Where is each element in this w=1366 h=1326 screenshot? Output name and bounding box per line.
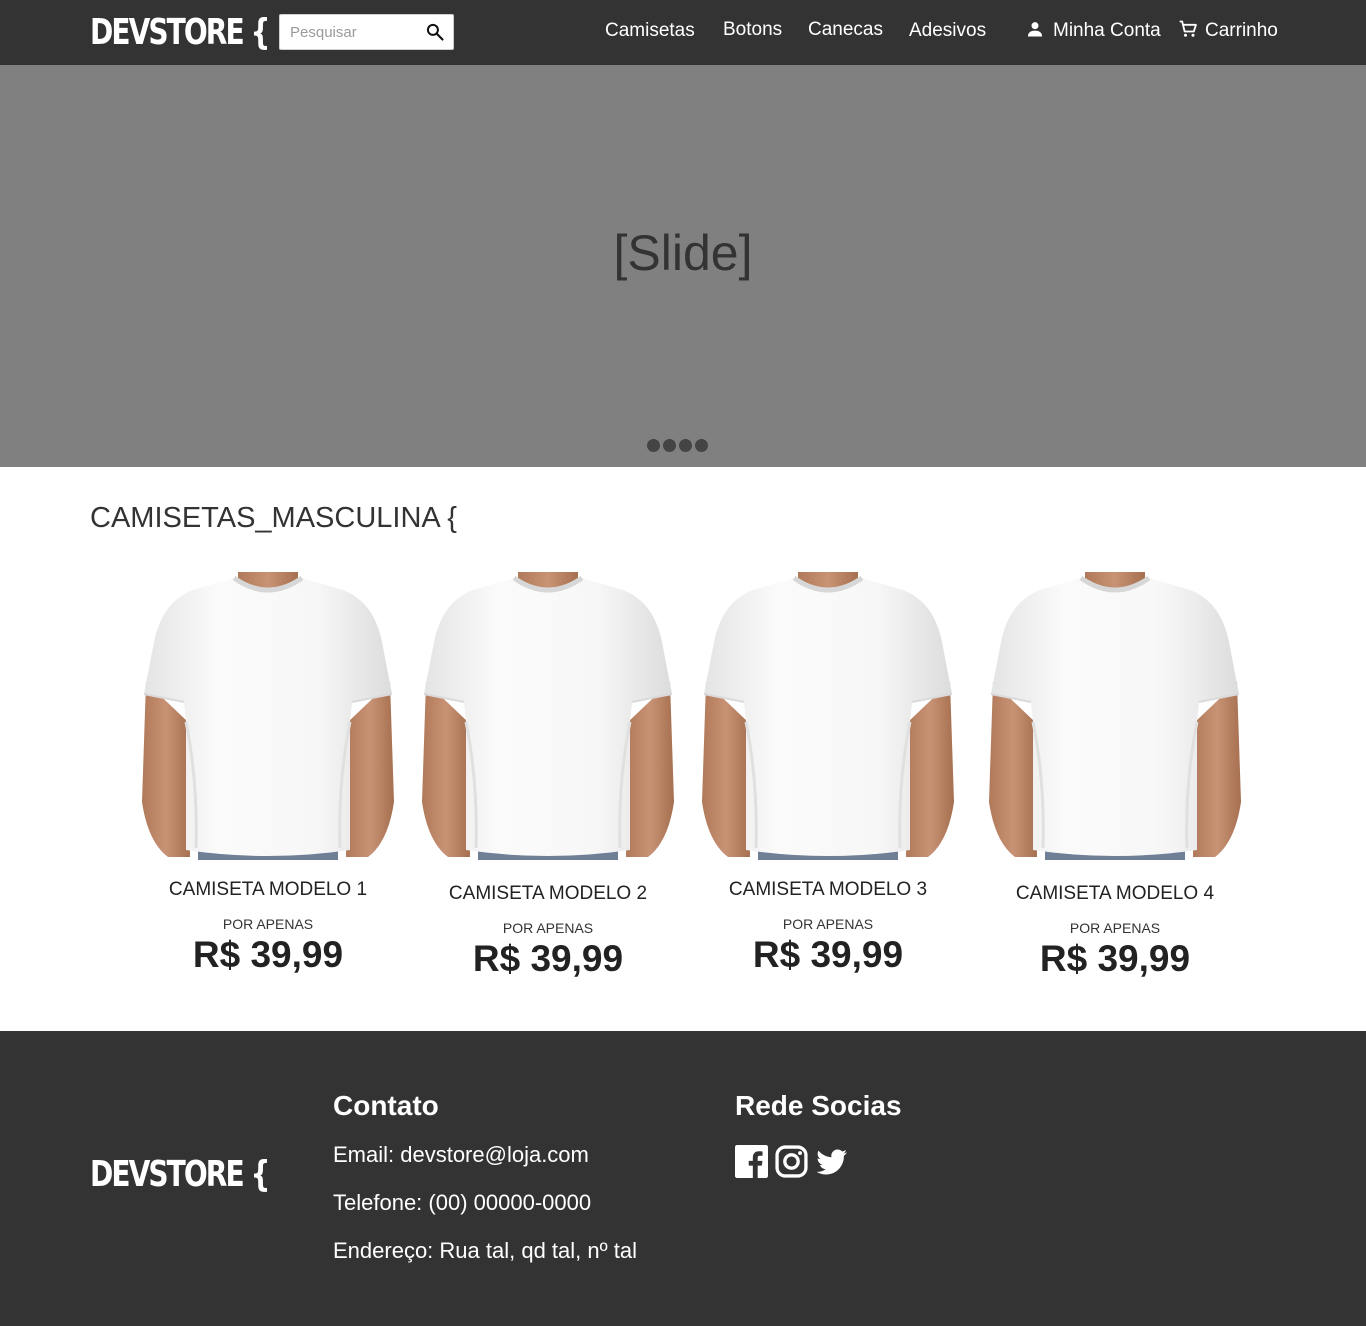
product-card[interactable]: CAMISETA MODELO 1 POR APENAS R$ 39,99 bbox=[138, 572, 398, 976]
product-name: CAMISETA MODELO 3 bbox=[728, 879, 928, 900]
account-label: Minha Conta bbox=[1053, 20, 1161, 41]
site-footer: DEVSTORE { Contato Email: devstore@loja.… bbox=[0, 1031, 1366, 1326]
contact-email[interactable]: Email: devstore@loja.com bbox=[333, 1141, 589, 1169]
product-name: CAMISETA MODELO 1 bbox=[168, 879, 368, 900]
slider-dot[interactable] bbox=[647, 439, 660, 452]
product-name: CAMISETA MODELO 4 bbox=[1015, 883, 1215, 904]
instagram-icon[interactable] bbox=[775, 1145, 808, 1178]
section-title: CAMISETAS_MASCULINA { bbox=[90, 502, 457, 534]
hero-slider[interactable]: [Slide] bbox=[0, 65, 1366, 467]
site-header: DEVSTORE { Camisetas Botons Canecas Ades… bbox=[0, 0, 1366, 65]
slide-placeholder: [Slide] bbox=[613, 225, 753, 281]
social-heading: Rede Socias bbox=[735, 1090, 902, 1121]
logo[interactable]: DEVSTORE { bbox=[90, 12, 270, 54]
price-prefix: POR APENAS bbox=[782, 916, 874, 932]
user-icon bbox=[1027, 22, 1043, 37]
cart-icon bbox=[1179, 20, 1197, 37]
nav-botons[interactable]: Botons bbox=[723, 18, 782, 42]
twitter-icon[interactable] bbox=[815, 1145, 848, 1178]
search-box[interactable] bbox=[279, 14, 454, 50]
contact-phone[interactable]: Telefone: (00) 00000-0000 bbox=[333, 1189, 591, 1217]
product-image[interactable] bbox=[138, 572, 398, 860]
nav-adesivos[interactable]: Adesivos bbox=[909, 19, 986, 43]
cart-label: Carrinho bbox=[1205, 20, 1278, 41]
product-price: R$ 39,99 bbox=[1039, 938, 1191, 979]
product-card[interactable]: CAMISETA MODELO 3 POR APENAS R$ 39,99 bbox=[698, 572, 958, 976]
search-icon[interactable] bbox=[425, 22, 445, 42]
price-prefix: POR APENAS bbox=[1069, 920, 1161, 936]
product-price: R$ 39,99 bbox=[752, 934, 904, 975]
product-price: R$ 39,99 bbox=[472, 938, 624, 979]
product-image[interactable] bbox=[418, 572, 678, 860]
nav-canecas[interactable]: Canecas bbox=[808, 18, 883, 42]
product-price: R$ 39,99 bbox=[192, 934, 344, 975]
product-name: CAMISETA MODELO 2 bbox=[448, 883, 648, 904]
slider-dot[interactable] bbox=[679, 439, 692, 452]
slider-dots bbox=[647, 439, 711, 453]
product-image[interactable] bbox=[985, 572, 1245, 860]
contact-heading: Contato bbox=[333, 1090, 439, 1121]
account-link[interactable]: Minha Conta bbox=[1025, 19, 1161, 43]
search-input[interactable] bbox=[280, 15, 420, 49]
product-card[interactable]: CAMISETA MODELO 2 POR APENAS R$ 39,99 bbox=[418, 572, 678, 980]
slider-dot[interactable] bbox=[663, 439, 676, 452]
product-card[interactable]: CAMISETA MODELO 4 POR APENAS R$ 39,99 bbox=[985, 572, 1245, 980]
contact-address: Endereço: Rua tal, qd tal, nº tal bbox=[333, 1238, 637, 1263]
price-prefix: POR APENAS bbox=[502, 920, 594, 936]
nav-camisetas[interactable]: Camisetas bbox=[605, 19, 695, 43]
facebook-icon[interactable] bbox=[735, 1145, 768, 1178]
product-image[interactable] bbox=[698, 572, 958, 860]
price-prefix: POR APENAS bbox=[222, 916, 314, 932]
cart-link[interactable]: Carrinho bbox=[1178, 19, 1278, 43]
footer-logo[interactable]: DEVSTORE { bbox=[90, 1153, 270, 1197]
slider-dot[interactable] bbox=[695, 439, 708, 452]
